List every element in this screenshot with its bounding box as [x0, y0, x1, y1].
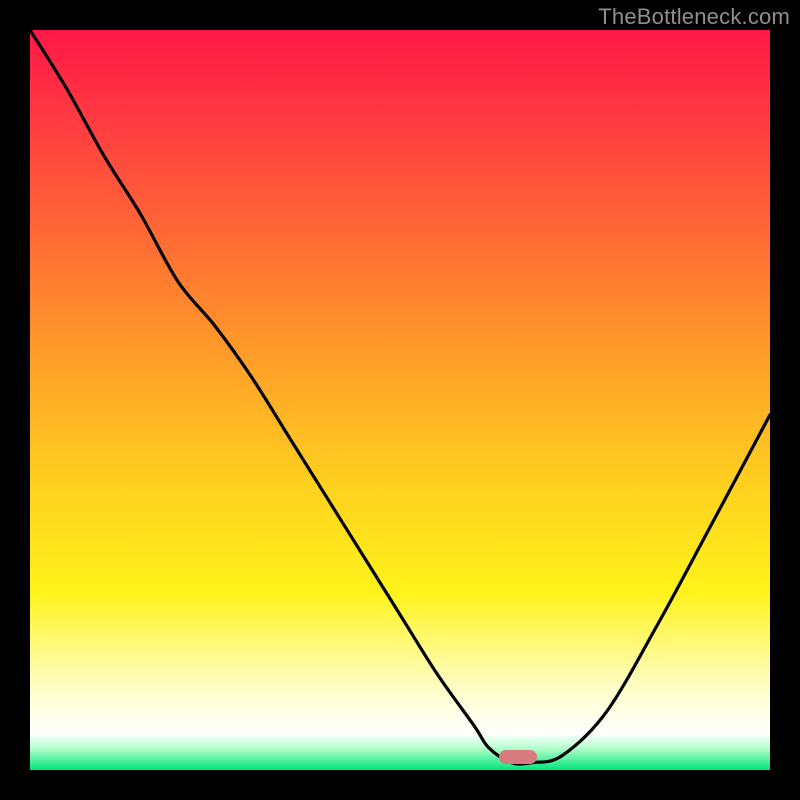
- watermark-text: TheBottleneck.com: [598, 4, 790, 30]
- optimal-point-marker: [499, 750, 537, 764]
- chart-frame: TheBottleneck.com: [0, 0, 800, 800]
- plot-area: [30, 30, 770, 770]
- bottleneck-curve: [30, 30, 770, 770]
